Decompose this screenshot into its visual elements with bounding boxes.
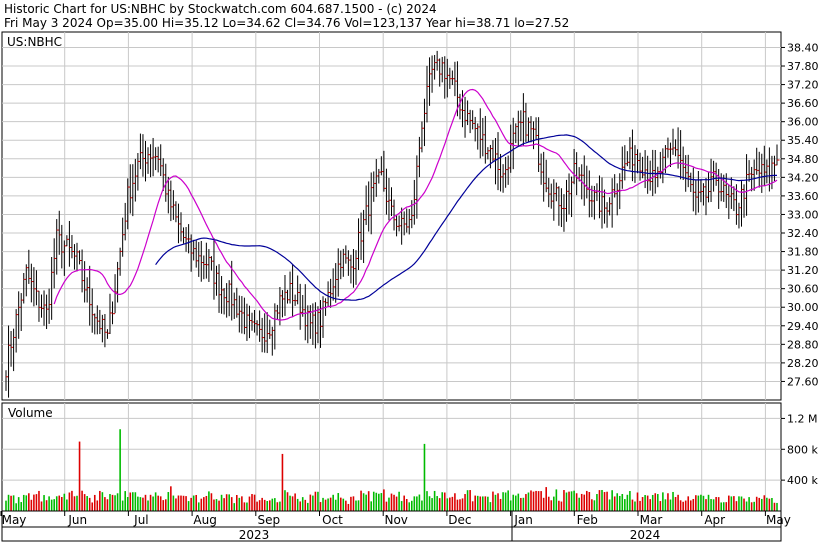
price-tick-label: 27.60: [787, 375, 819, 388]
month-tick-label: Nov: [384, 513, 407, 527]
volume-panel: 1.2 M 800 k 400 k Volume: [1, 402, 818, 512]
price-panel: 38.40 37.80 37.20 36.60 36.00 35.40 34.80 34.20…: [1, 31, 819, 401]
month-tick-label: Apr: [704, 513, 725, 527]
price-tick-label: 33.00: [787, 208, 819, 221]
price-tick-label: 30.60: [787, 283, 819, 296]
price-tick-label: 37.20: [787, 79, 819, 92]
price-tick-label: 28.20: [787, 357, 819, 370]
volume-label: Volume: [8, 406, 53, 420]
price-tick-label: 35.40: [787, 134, 819, 147]
price-tick-label: 31.20: [787, 264, 819, 277]
volume-y-axis: 1.2 M 800 k 400 k: [781, 412, 818, 487]
price-tick-label: 28.80: [787, 338, 819, 351]
price-tick-label: 34.20: [787, 171, 819, 184]
date-axis: May Jun Jul Aug Sep Oct Nov Dec Jan Feb Mar Apr May …: [0, 510, 791, 542]
price-y-axis: 38.40 37.80 37.20 36.60 36.00 35.40 34.80 34.20…: [781, 41, 819, 388]
volume-tick-label: 1.2 M: [787, 412, 817, 425]
month-tick-label: May: [2, 513, 27, 527]
month-tick-label: Jul: [133, 513, 148, 527]
month-tick-label: Sep: [257, 513, 280, 527]
chart-header-title: Historic Chart for US:NBHC by Stockwatch…: [4, 2, 437, 16]
month-tick-label: Jun: [67, 513, 87, 527]
price-tick-label: 36.00: [787, 116, 819, 129]
month-tick-label: Dec: [448, 513, 471, 527]
month-tick-label: Feb: [577, 513, 598, 527]
price-tick-label: 30.00: [787, 301, 819, 314]
price-tick-label: 31.80: [787, 246, 819, 259]
stock-chart: Historic Chart for US:NBHC by Stockwatch…: [0, 2, 819, 542]
year-label: 2024: [630, 528, 661, 542]
price-tick-label: 34.80: [787, 153, 819, 166]
month-tick-label: Oct: [322, 513, 343, 527]
volume-tick-label: 400 k: [787, 474, 818, 487]
price-tick-label: 37.80: [787, 60, 819, 73]
volume-tick-label: 800 k: [787, 443, 818, 456]
month-tick-label: Aug: [193, 513, 216, 527]
month-tick-label: May: [766, 513, 791, 527]
price-tick-label: 38.40: [787, 41, 819, 54]
price-tick-label: 33.60: [787, 190, 819, 203]
price-tick-label: 36.60: [787, 97, 819, 110]
month-tick-label: Jan: [513, 513, 533, 527]
symbol-label: US:NBHC: [7, 35, 62, 49]
price-tick-label: 29.40: [787, 320, 819, 333]
year-label: 2023: [239, 528, 270, 542]
price-tick-label: 32.40: [787, 227, 819, 240]
month-tick-label: Mar: [640, 513, 663, 527]
chart-header-quote: Fri May 3 2024 Op=35.00 Hi=35.12 Lo=34.6…: [4, 16, 569, 30]
